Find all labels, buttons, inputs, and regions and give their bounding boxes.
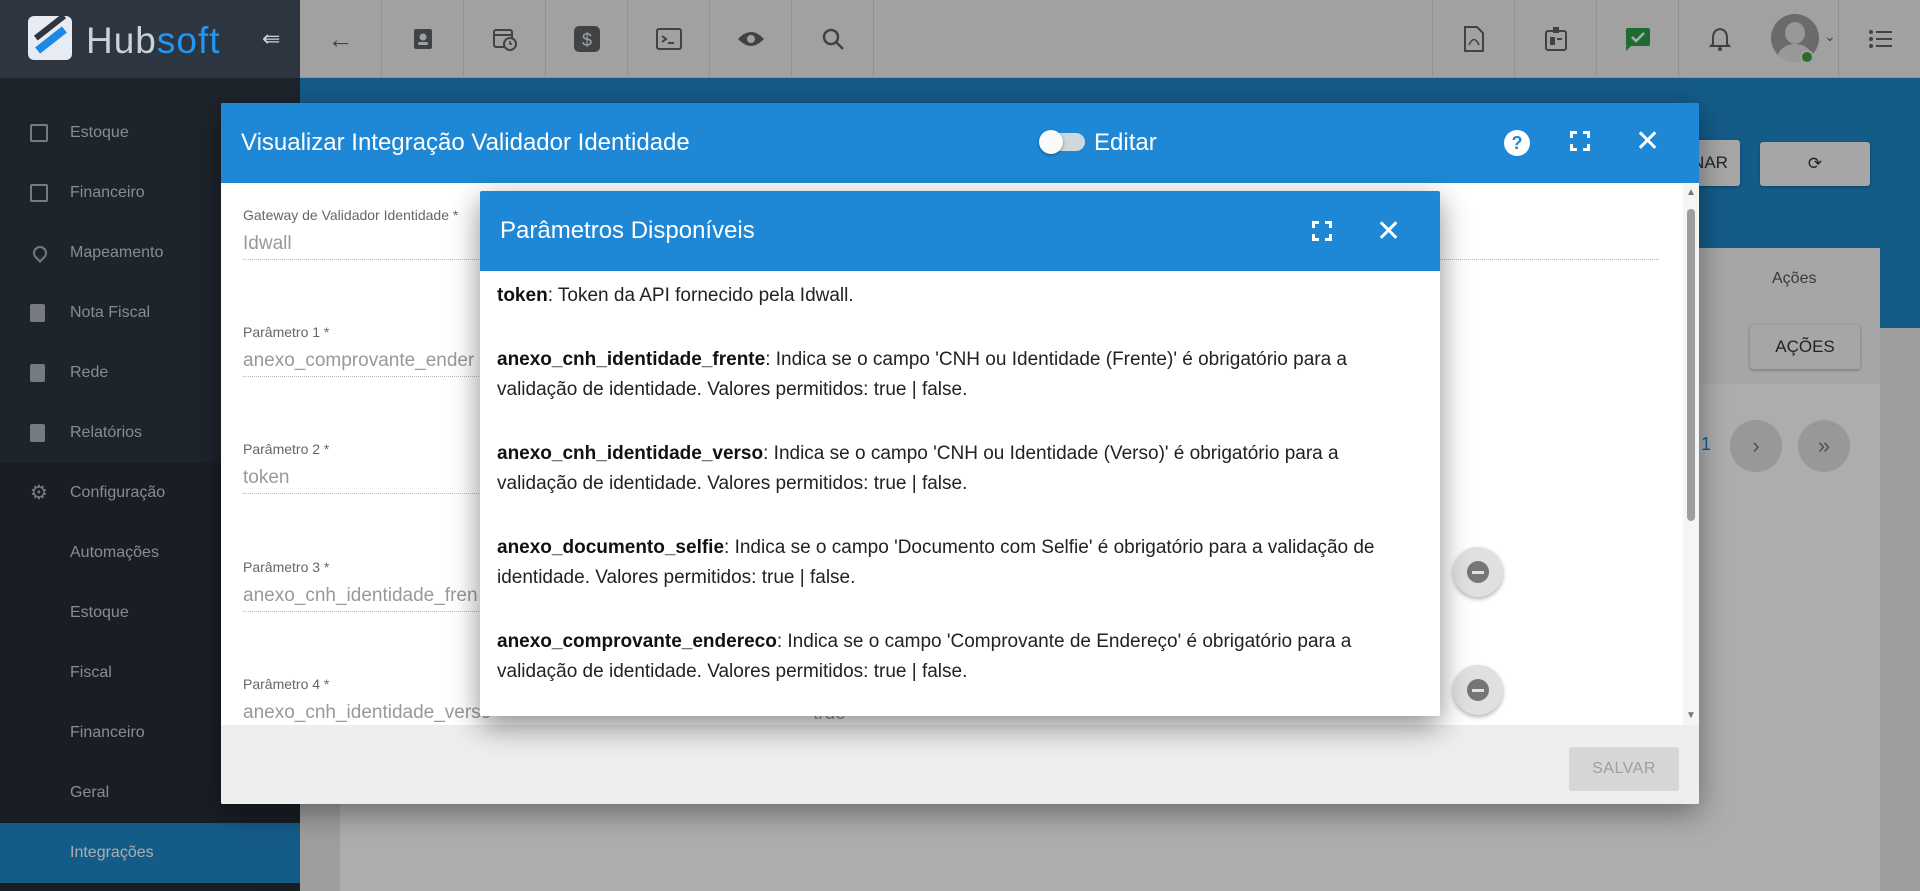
param-item: anexo_documento_selfie: Indica se o camp… xyxy=(497,533,1422,593)
remove-param-2-button[interactable] xyxy=(1453,547,1503,597)
logo-text: Hubsoft xyxy=(86,20,221,61)
parameters-modal: Parâmetros Disponíveis ✕ token: Token da… xyxy=(480,191,1440,716)
param-2-field[interactable]: Parâmetro 2 * token xyxy=(243,441,503,494)
remove-param-3-button[interactable] xyxy=(1453,665,1503,715)
parameters-modal-title: Parâmetros Disponíveis xyxy=(500,217,755,244)
field-value: anexo_cnh_identidade_verso xyxy=(243,702,492,723)
fullscreen-icon[interactable] xyxy=(1312,221,1332,241)
scroll-down-icon[interactable]: ▼ xyxy=(1686,710,1696,721)
field-value: anexo_comprovante_ender xyxy=(243,350,475,371)
save-button[interactable]: SALVAR xyxy=(1569,747,1679,791)
scroll-thumb[interactable] xyxy=(1687,209,1695,521)
param-item: anexo_cnh_identidade_verso: Indica se o … xyxy=(497,439,1422,499)
close-icon[interactable]: ✕ xyxy=(1635,127,1660,157)
field-label: Parâmetro 4 * xyxy=(243,676,330,692)
logo-icon xyxy=(28,16,72,60)
field-label: Parâmetro 3 * xyxy=(243,559,330,575)
fullscreen-icon[interactable] xyxy=(1570,131,1590,151)
modal-footer: SALVAR xyxy=(221,725,1699,804)
edit-toggle-label: Editar xyxy=(1094,129,1157,156)
param-1-field[interactable]: Parâmetro 1 * anexo_comprovante_ender xyxy=(243,324,503,377)
param-name: anexo_cnh_identidade_frente xyxy=(497,349,766,370)
param-name: anexo_comprovante_endereco xyxy=(497,631,777,652)
param-description: : Token da API fornecido pela Idwall. xyxy=(547,285,854,306)
modal-scrollbar[interactable]: ▲ ▼ xyxy=(1683,183,1699,725)
field-label: Parâmetro 1 * xyxy=(243,324,330,340)
parameters-modal-header: Parâmetros Disponíveis ✕ xyxy=(480,191,1440,271)
param-item: anexo_comprovante_endereco: Indica se o … xyxy=(497,627,1422,687)
param-name: token xyxy=(497,285,548,306)
field-value: token xyxy=(243,467,290,488)
field-value: anexo_cnh_identidade_fren xyxy=(243,585,478,606)
logo-bar: Hubsoft ⇚ xyxy=(0,0,300,78)
param-4-field[interactable]: Parâmetro 4 * anexo_cnh_identidade_verso xyxy=(243,676,491,724)
parameters-list: token: Token da API fornecido pela Idwal… xyxy=(480,271,1440,716)
field-label: Parâmetro 2 * xyxy=(243,441,330,457)
param-name: anexo_documento_selfie xyxy=(497,537,725,558)
edit-toggle[interactable] xyxy=(1039,130,1085,154)
param-item: anexo_cnh_identidade_frente: Indica se o… xyxy=(497,345,1422,405)
param-name: anexo_cnh_identidade_verso xyxy=(497,443,764,464)
scroll-up-icon[interactable]: ▲ xyxy=(1686,187,1696,198)
param-item: token: Token da API fornecido pela Idwal… xyxy=(497,281,1422,311)
modal-header: Visualizar Integração Validador Identida… xyxy=(221,103,1699,183)
modal-title: Visualizar Integração Validador Identida… xyxy=(241,129,690,156)
close-icon[interactable]: ✕ xyxy=(1376,217,1401,247)
param-3-field[interactable]: Parâmetro 3 * anexo_cnh_identidade_fren xyxy=(243,559,503,612)
help-icon[interactable]: ? xyxy=(1504,130,1530,156)
collapse-menu-icon[interactable]: ⇚ xyxy=(262,26,280,52)
